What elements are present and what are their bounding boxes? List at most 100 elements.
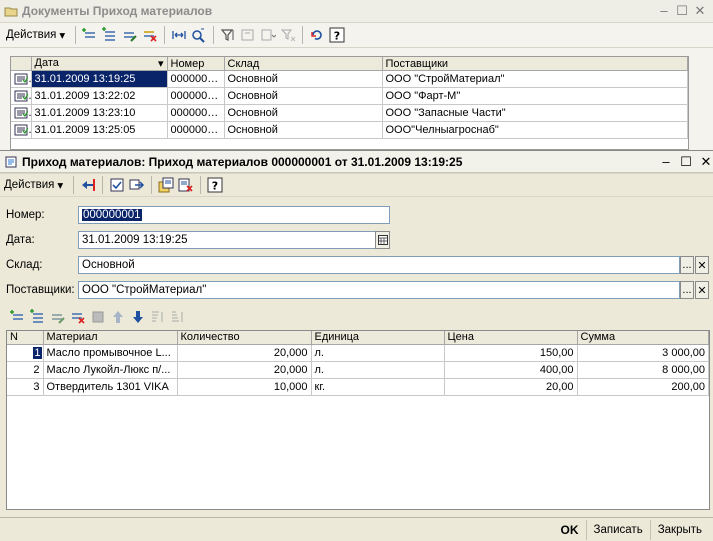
cell-date[interactable]: 31.01.2009 13:19:25 bbox=[31, 70, 168, 88]
add-button[interactable] bbox=[80, 25, 100, 45]
calendar-button[interactable] bbox=[375, 231, 390, 249]
copy-button[interactable] bbox=[100, 25, 120, 45]
cell-n[interactable]: 2 bbox=[7, 361, 44, 379]
add-row-button[interactable] bbox=[8, 307, 28, 327]
date-field[interactable]: 31.01.2009 13:19:25 bbox=[78, 231, 376, 249]
warehouse-clear-button[interactable]: ✕ bbox=[695, 256, 709, 274]
cell-warehouse[interactable]: Основной bbox=[224, 104, 383, 122]
minimize-button[interactable]: – bbox=[655, 3, 673, 18]
cell-supplier[interactable]: ООО "СтройМатериал" bbox=[382, 70, 688, 88]
cell-number[interactable]: 0000000... bbox=[167, 70, 225, 88]
warehouse-select-button[interactable]: ... bbox=[680, 256, 694, 274]
cell-date[interactable]: 31.01.2009 13:25:05 bbox=[31, 121, 168, 139]
cell-unit[interactable]: л. bbox=[311, 344, 445, 362]
column-header-material[interactable]: Материал bbox=[43, 331, 178, 345]
sort-desc-button[interactable] bbox=[168, 307, 188, 327]
cell-number[interactable]: 0000000... bbox=[167, 121, 225, 139]
fill-button[interactable] bbox=[156, 175, 176, 195]
cell-quantity[interactable]: 20,000 bbox=[177, 344, 312, 362]
cell-sum[interactable]: 8 000,00 bbox=[577, 361, 709, 379]
movements-button[interactable] bbox=[127, 175, 147, 195]
cell-date[interactable]: 31.01.2009 13:23:10 bbox=[31, 104, 168, 122]
table-row[interactable]: 31.01.2009 13:25:05 0000000... Основной … bbox=[11, 121, 688, 139]
close-button[interactable]: ✕ bbox=[697, 154, 713, 170]
clear-filter-button[interactable] bbox=[278, 25, 298, 45]
cell-number[interactable]: 0000000... bbox=[167, 104, 225, 122]
close-button[interactable]: ✕ bbox=[691, 3, 709, 19]
help-button[interactable]: ? bbox=[205, 175, 225, 195]
cell-supplier[interactable]: ООО"Челныагроснаб" bbox=[382, 121, 688, 139]
post-button[interactable] bbox=[107, 175, 127, 195]
cell-n[interactable]: 3 bbox=[7, 378, 44, 396]
supplier-select-button[interactable]: ... bbox=[680, 281, 694, 299]
cell-date[interactable]: 31.01.2009 13:22:02 bbox=[31, 87, 168, 105]
warehouse-field[interactable]: Основной bbox=[78, 256, 680, 274]
cell-unit[interactable]: л. bbox=[311, 361, 445, 379]
refresh-button[interactable] bbox=[307, 25, 327, 45]
filter-history-button[interactable] bbox=[258, 25, 278, 45]
maximize-button[interactable]: ☐ bbox=[673, 3, 691, 19]
table-row[interactable]: 2 Масло Лукойл-Люкс п/... 20,000 л. 400,… bbox=[7, 361, 709, 379]
copy-row-button[interactable] bbox=[28, 307, 48, 327]
cell-quantity[interactable]: 10,000 bbox=[177, 378, 312, 396]
column-header-unit[interactable]: Единица bbox=[311, 331, 445, 345]
cell-warehouse[interactable]: Основной bbox=[224, 87, 383, 105]
edit-button[interactable] bbox=[120, 25, 140, 45]
filter-value-button[interactable] bbox=[238, 25, 258, 45]
save-button[interactable]: Записать bbox=[585, 519, 650, 540]
cell-price[interactable]: 150,00 bbox=[444, 344, 578, 362]
column-header-sum[interactable]: Сумма bbox=[577, 331, 709, 345]
table-row[interactable]: 3 Отвердитель 1301 VIKA 10,000 кг. 20,00… bbox=[7, 378, 709, 396]
interval-button[interactable] bbox=[169, 25, 189, 45]
cell-supplier[interactable]: ООО "Фарт-М" bbox=[382, 87, 688, 105]
number-field[interactable]: 000000001 bbox=[78, 206, 390, 224]
table-row[interactable]: 1 Масло промывочное L... 20,000 л. 150,0… bbox=[7, 344, 709, 362]
search-button[interactable] bbox=[189, 25, 209, 45]
column-header-quantity[interactable]: Количество bbox=[177, 331, 312, 345]
cell-material[interactable]: Масло Лукойл-Люкс п/... bbox=[43, 361, 178, 379]
column-header-date[interactable]: Дата ▾ bbox=[31, 57, 168, 71]
cell-quantity[interactable]: 20,000 bbox=[177, 361, 312, 379]
column-header-number[interactable]: Номер bbox=[167, 57, 225, 71]
ok-button[interactable]: OK bbox=[554, 520, 586, 540]
column-header-n[interactable]: N bbox=[7, 331, 44, 345]
cell-price[interactable]: 20,00 bbox=[444, 378, 578, 396]
cell-price[interactable]: 400,00 bbox=[444, 361, 578, 379]
cell-sum[interactable]: 3 000,00 bbox=[577, 344, 709, 362]
table-row[interactable]: 31.01.2009 13:22:02 0000000... Основной … bbox=[11, 87, 688, 105]
delete-button[interactable] bbox=[140, 25, 160, 45]
cell-warehouse[interactable]: Основной bbox=[224, 70, 383, 88]
minimize-button[interactable]: – bbox=[657, 154, 675, 169]
close-form-button[interactable]: Закрыть bbox=[649, 519, 709, 540]
cell-unit[interactable]: кг. bbox=[311, 378, 445, 396]
column-header-supplier[interactable]: Поставщики bbox=[382, 57, 688, 71]
delete-row-button[interactable] bbox=[68, 307, 88, 327]
help-button[interactable]: ? bbox=[327, 25, 347, 45]
documents-list-titlebar[interactable]: Документы Приход материалов – ☐ ✕ bbox=[0, 0, 713, 22]
cell-material[interactable]: Масло промывочное L... bbox=[43, 344, 178, 362]
sort-asc-button[interactable] bbox=[148, 307, 168, 327]
filter-button[interactable] bbox=[218, 25, 238, 45]
document-form-titlebar[interactable]: Приход материалов: Приход материалов 000… bbox=[0, 151, 713, 173]
cell-material[interactable]: Отвердитель 1301 VIKA bbox=[43, 378, 178, 396]
actions-menu[interactable]: Действия ▾ bbox=[4, 28, 71, 42]
cell-n[interactable]: 1 bbox=[7, 344, 44, 362]
cell-warehouse[interactable]: Основной bbox=[224, 121, 383, 139]
maximize-button[interactable]: ☐ bbox=[677, 154, 695, 170]
clear-document-button[interactable] bbox=[176, 175, 196, 195]
end-edit-button[interactable] bbox=[88, 307, 108, 327]
column-header-warehouse[interactable]: Склад bbox=[224, 57, 383, 71]
table-row[interactable]: 31.01.2009 13:19:25 0000000... Основной … bbox=[11, 70, 688, 88]
edit-row-button[interactable] bbox=[48, 307, 68, 327]
supplier-clear-button[interactable]: ✕ bbox=[695, 281, 709, 299]
supplier-field[interactable]: ООО "СтройМатериал" bbox=[78, 281, 680, 299]
column-header-price[interactable]: Цена bbox=[444, 331, 578, 345]
table-row[interactable]: 31.01.2009 13:23:10 0000000... Основной … bbox=[11, 104, 688, 122]
cell-number[interactable]: 0000000... bbox=[167, 87, 225, 105]
go-back-button[interactable] bbox=[78, 175, 98, 195]
move-up-button[interactable] bbox=[108, 307, 128, 327]
cell-sum[interactable]: 200,00 bbox=[577, 378, 709, 396]
move-down-button[interactable] bbox=[128, 307, 148, 327]
cell-supplier[interactable]: ООО "Запасные Части" bbox=[382, 104, 688, 122]
actions-menu[interactable]: Действия ▾ bbox=[2, 178, 69, 192]
